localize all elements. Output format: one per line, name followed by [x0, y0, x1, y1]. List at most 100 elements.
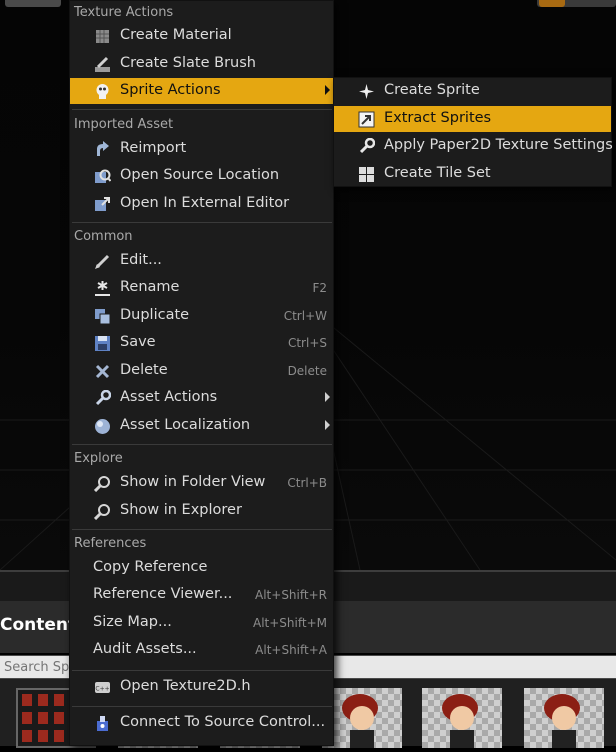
menu-item-label: Reimport — [120, 140, 187, 156]
menu-item-label: Copy Reference — [93, 559, 208, 575]
menu-item-label: Size Map... — [93, 614, 172, 630]
menu-item-copy-reference[interactable]: Copy Reference — [70, 555, 333, 581]
menu-item-size-map[interactable]: Size Map... Alt+Shift+M — [70, 610, 333, 636]
section-header-references: References — [74, 536, 147, 551]
menu-item-asset-actions[interactable]: Asset Actions — [70, 385, 333, 411]
menu-item-label: Save — [120, 334, 156, 350]
toolbar-button[interactable] — [5, 0, 61, 7]
menu-item-label: Show in Explorer — [120, 502, 242, 518]
menu-item-connect-to-source-control[interactable]: Connect To Source Control... — [70, 710, 333, 736]
extract-sprites-icon — [358, 111, 375, 128]
submenu-arrow-icon — [325, 420, 330, 430]
shortcut-label: F2 — [312, 281, 327, 295]
menu-separator — [72, 444, 332, 445]
menu-item-label: Delete — [120, 362, 168, 378]
menu-item-show-in-explorer[interactable]: Show in Explorer — [70, 498, 333, 524]
asset-thumbnail-sprite[interactable] — [524, 688, 604, 748]
shortcut-label: Alt+Shift+M — [253, 616, 327, 630]
svg-text:C++: C++ — [95, 686, 109, 693]
material-icon — [96, 30, 109, 43]
menu-item-rename[interactable]: Rename F2 — [70, 275, 333, 301]
external-editor-icon — [95, 197, 110, 211]
shortcut-label: Alt+Shift+R — [255, 588, 327, 602]
submenu-item-create-sprite[interactable]: Create Sprite — [334, 78, 611, 104]
menu-item-label: Apply Paper2D Texture Settings — [384, 137, 613, 153]
menu-item-create-material[interactable]: Create Material — [70, 23, 333, 49]
content-browser-title[interactable]: Content — [0, 615, 76, 635]
menu-separator — [72, 670, 332, 671]
menu-item-reimport[interactable]: Reimport — [70, 136, 333, 162]
section-header-texture-actions: Texture Actions — [74, 5, 174, 20]
menu-item-label: Create Slate Brush — [120, 55, 256, 71]
magnifier-icon — [94, 476, 110, 492]
asset-thumbnail-sprite[interactable] — [422, 688, 502, 748]
menu-item-open-source-location[interactable]: Open Source Location — [70, 163, 333, 189]
menu-item-duplicate[interactable]: Duplicate Ctrl+W — [70, 303, 333, 329]
submenu-arrow-icon — [325, 392, 330, 402]
toolbar-active-button[interactable] — [539, 0, 565, 7]
menu-item-delete[interactable]: Delete Delete — [70, 358, 333, 384]
menu-item-reference-viewer[interactable]: Reference Viewer... Alt+Shift+R — [70, 582, 333, 608]
menu-item-label: Rename — [120, 279, 180, 295]
menu-separator — [72, 529, 332, 530]
menu-separator — [72, 222, 332, 223]
menu-item-label: Sprite Actions — [120, 82, 221, 98]
sprite-actions-submenu: Create Sprite Extract Sprites Apply Pape… — [333, 77, 613, 187]
menu-item-label: Open In External Editor — [120, 195, 290, 211]
menu-item-asset-localization[interactable]: Asset Localization — [70, 413, 333, 439]
save-icon — [95, 336, 110, 351]
menu-item-edit[interactable]: Edit... — [70, 248, 333, 274]
submenu-arrow-icon — [325, 85, 330, 95]
context-menu: Texture Actions Create Material Create S… — [69, 0, 334, 746]
delete-icon — [95, 364, 110, 379]
menu-item-label: Edit... — [120, 252, 162, 268]
sprite-icon — [96, 84, 109, 99]
menu-item-label: Asset Localization — [120, 417, 251, 433]
shortcut-label: Alt+Shift+A — [255, 643, 327, 657]
toolbar-button-group[interactable] — [537, 0, 616, 7]
source-location-icon — [95, 169, 111, 183]
menu-item-create-slate-brush[interactable]: Create Slate Brush — [70, 51, 333, 77]
menu-item-label: Duplicate — [120, 307, 190, 323]
reimport-icon — [97, 141, 109, 156]
section-header-explore: Explore — [74, 451, 123, 466]
menu-item-audit-assets[interactable]: Audit Assets... Alt+Shift+A — [70, 637, 333, 663]
magnifier-icon — [94, 504, 110, 520]
shortcut-label: Ctrl+B — [287, 476, 327, 490]
menu-item-label: Open Source Location — [120, 167, 280, 183]
character-sprite-icon — [442, 694, 478, 748]
menu-item-label: Audit Assets... — [93, 641, 197, 657]
edit-icon — [95, 254, 110, 269]
submenu-item-extract-sprites[interactable]: Extract Sprites — [334, 106, 611, 132]
wrench-icon — [359, 138, 375, 154]
menu-item-label: Create Sprite — [384, 82, 480, 98]
character-sprite-icon — [342, 694, 378, 748]
menu-item-label: Connect To Source Control... — [120, 714, 326, 730]
menu-item-open-texture2d-h[interactable]: C++ Open Texture2D.h — [70, 674, 333, 700]
menu-item-label: Reference Viewer... — [93, 586, 233, 602]
menu-item-label: Create Material — [120, 27, 232, 43]
sparkle-icon — [359, 84, 374, 99]
brush-icon — [95, 56, 110, 72]
section-header-common: Common — [74, 229, 133, 244]
shortcut-label: Ctrl+S — [287, 336, 327, 350]
shortcut-label: Ctrl+W — [283, 309, 327, 323]
tile-set-icon — [359, 167, 374, 182]
submenu-item-apply-paper2d-settings[interactable]: Apply Paper2D Texture Settings — [334, 133, 613, 159]
menu-separator — [72, 109, 332, 110]
menu-item-show-in-folder-view[interactable]: Show in Folder View Ctrl+B — [70, 470, 333, 496]
asset-thumbnail-sprite[interactable] — [322, 688, 402, 748]
source-code-icon: C++ — [95, 682, 110, 693]
rename-icon — [95, 281, 110, 296]
source-control-icon — [97, 716, 108, 731]
shortcut-label: Delete — [287, 364, 327, 378]
menu-item-label: Open Texture2D.h — [120, 678, 251, 694]
submenu-item-create-tile-set[interactable]: Create Tile Set — [334, 161, 611, 187]
globe-icon — [95, 419, 110, 434]
menu-item-save[interactable]: Save Ctrl+S — [70, 330, 333, 356]
menu-item-label: Create Tile Set — [384, 165, 491, 181]
menu-item-sprite-actions[interactable]: Sprite Actions — [70, 78, 333, 104]
menu-item-label: Asset Actions — [120, 389, 218, 405]
wrench-icon — [95, 390, 111, 406]
menu-item-open-in-external-editor[interactable]: Open In External Editor — [70, 191, 333, 217]
